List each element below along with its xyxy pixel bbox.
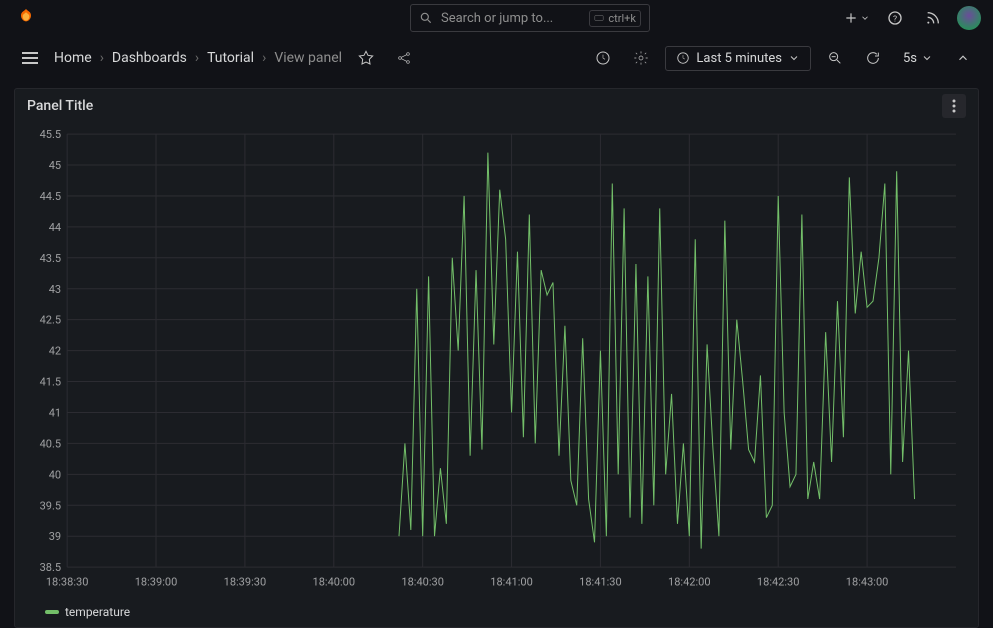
svg-text:38.5: 38.5	[40, 561, 62, 574]
panel-title: Panel Title	[27, 98, 93, 114]
kebab-icon	[952, 99, 956, 113]
svg-text:39.5: 39.5	[40, 499, 62, 512]
star-icon	[358, 50, 374, 66]
clock-icon	[676, 51, 690, 65]
collapse-button[interactable]	[949, 44, 977, 72]
svg-text:43: 43	[49, 282, 61, 295]
help-button[interactable]: ?	[881, 4, 909, 32]
top-bar: Search or jump to... ctrl+k ?	[0, 0, 993, 36]
breadcrumb-dashboards[interactable]: Dashboards	[112, 50, 187, 66]
svg-text:42.5: 42.5	[40, 313, 62, 326]
breadcrumb-view-panel: View panel	[274, 50, 342, 66]
info-button[interactable]	[589, 44, 617, 72]
plus-icon	[844, 11, 858, 25]
search-placeholder: Search or jump to...	[441, 11, 553, 26]
svg-text:18:40:00: 18:40:00	[313, 575, 356, 588]
time-range-picker[interactable]: Last 5 minutes	[665, 46, 811, 71]
svg-text:18:38:30: 18:38:30	[46, 575, 89, 588]
svg-text:18:41:30: 18:41:30	[579, 575, 622, 588]
keyboard-icon	[594, 13, 604, 23]
help-icon: ?	[887, 10, 903, 26]
search-box[interactable]: Search or jump to... ctrl+k	[410, 4, 650, 32]
grafana-logo[interactable]	[12, 4, 40, 32]
refresh-interval-label: 5s	[903, 51, 917, 66]
breadcrumb-tutorial[interactable]: Tutorial	[207, 50, 254, 66]
star-button[interactable]	[352, 44, 380, 72]
zoom-out-button[interactable]	[821, 44, 849, 72]
svg-text:45: 45	[49, 159, 61, 172]
breadcrumb: Home › Dashboards › Tutorial › View pane…	[54, 50, 342, 66]
svg-text:18:43:00: 18:43:00	[846, 575, 889, 588]
svg-text:41: 41	[49, 406, 61, 419]
share-button[interactable]	[390, 44, 418, 72]
svg-text:45.5: 45.5	[40, 128, 62, 141]
svg-text:40.5: 40.5	[40, 437, 62, 450]
svg-text:18:42:00: 18:42:00	[668, 575, 711, 588]
svg-text:41.5: 41.5	[40, 375, 62, 388]
svg-text:44.5: 44.5	[40, 189, 62, 202]
svg-text:43.5: 43.5	[40, 251, 62, 264]
time-series-chart: 45.5 45 44.5 44 43.5 43 42.5 42 41.5 41 40.5 40 39.5…	[23, 128, 966, 593]
news-button[interactable]	[919, 4, 947, 32]
svg-text:42: 42	[49, 344, 61, 357]
menu-toggle[interactable]	[16, 44, 44, 72]
svg-text:?: ?	[893, 14, 897, 24]
chart-area[interactable]: 45.5 45 44.5 44 43.5 43 42.5 42 41.5 41 40.5 40 39.5…	[15, 124, 978, 601]
search-icon	[419, 11, 433, 25]
breadcrumb-sep: ›	[262, 50, 266, 66]
user-avatar[interactable]	[957, 6, 981, 30]
refresh-icon	[865, 50, 881, 66]
svg-text:18:42:30: 18:42:30	[757, 575, 800, 588]
svg-text:44: 44	[49, 220, 61, 233]
chevron-down-icon	[788, 52, 800, 64]
refresh-button[interactable]	[859, 44, 887, 72]
sub-bar: Home › Dashboards › Tutorial › View pane…	[0, 36, 993, 80]
refresh-interval-picker[interactable]: 5s	[897, 47, 939, 70]
breadcrumb-home[interactable]: Home	[54, 50, 92, 66]
time-range-label: Last 5 minutes	[696, 51, 782, 66]
keyboard-shortcut-hint: ctrl+k	[589, 10, 641, 27]
svg-text:40: 40	[49, 468, 61, 481]
panel-header: Panel Title	[15, 89, 978, 124]
svg-text:18:39:00: 18:39:00	[135, 575, 178, 588]
menu-icon	[22, 52, 38, 64]
panel: Panel Title 45.5 45 44.5 44 43.5 43 42.5 42 41.5…	[14, 88, 979, 628]
gear-icon	[633, 50, 649, 66]
breadcrumb-sep: ›	[195, 50, 199, 66]
settings-button[interactable]	[627, 44, 655, 72]
svg-text:18:39:30: 18:39:30	[224, 575, 267, 588]
svg-text:18:40:30: 18:40:30	[401, 575, 444, 588]
panel-menu-button[interactable]	[942, 94, 966, 118]
svg-text:39: 39	[49, 530, 61, 543]
legend: temperature	[15, 601, 978, 627]
legend-series-name[interactable]: temperature	[65, 605, 130, 619]
clock-back-icon	[595, 50, 611, 66]
zoom-out-icon	[827, 50, 843, 66]
chevron-down-icon	[860, 13, 870, 23]
breadcrumb-sep: ›	[100, 50, 104, 66]
legend-swatch	[45, 610, 59, 614]
chevron-down-icon	[921, 52, 933, 64]
rss-icon	[925, 10, 941, 26]
chevron-up-icon	[956, 51, 970, 65]
share-icon	[396, 50, 412, 66]
add-button[interactable]	[843, 4, 871, 32]
svg-text:18:41:00: 18:41:00	[490, 575, 533, 588]
